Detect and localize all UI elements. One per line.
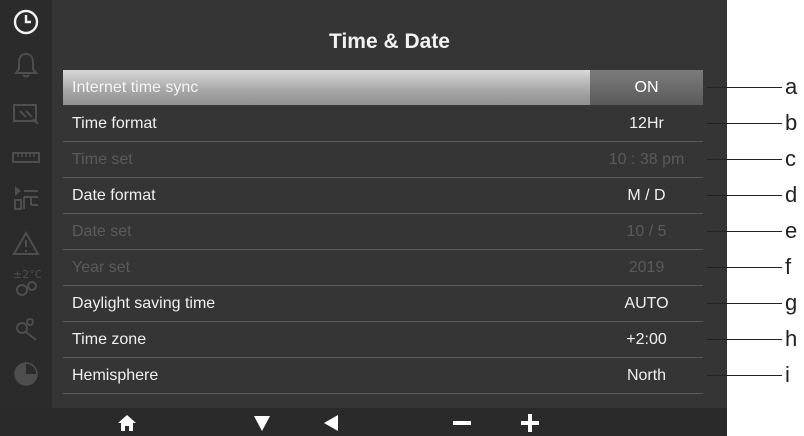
callout-line	[707, 159, 782, 160]
callout-d: d	[0, 182, 804, 207]
callout-letter: b	[785, 110, 798, 135]
callout-letter: a	[785, 74, 798, 99]
callout-a: a	[0, 74, 804, 99]
callout-line	[707, 123, 782, 124]
callout-c: c	[0, 146, 804, 171]
callout-letter: e	[785, 218, 798, 243]
callout-g: g	[0, 290, 804, 315]
callout-line	[707, 375, 782, 376]
left-arrow-icon[interactable]	[317, 410, 345, 436]
callout-letter: f	[785, 254, 792, 279]
callout-h: h	[0, 326, 804, 351]
callout-letter: c	[785, 146, 796, 171]
callout-letter: i	[785, 362, 790, 387]
callout-e: e	[0, 218, 804, 243]
plus-icon[interactable]	[516, 410, 544, 436]
callout-letter: h	[785, 326, 798, 351]
callout-f: f	[0, 254, 804, 279]
page-title: Time & Date	[329, 30, 450, 53]
callout-letter: g	[785, 290, 798, 315]
down-arrow-icon[interactable]	[248, 410, 276, 436]
bottom-toolbar	[0, 408, 727, 436]
callout-line	[707, 87, 782, 88]
callout-letter: d	[785, 182, 798, 207]
callout-line	[707, 303, 782, 304]
home-icon[interactable]	[113, 410, 141, 436]
callout-line	[707, 339, 782, 340]
callout-b: b	[0, 110, 804, 135]
callout-line	[707, 195, 782, 196]
callout-line	[707, 231, 782, 232]
minus-icon[interactable]	[448, 410, 476, 436]
clock-icon[interactable]	[4, 4, 48, 40]
callout-line	[707, 267, 782, 268]
callout-i: i	[0, 362, 804, 387]
